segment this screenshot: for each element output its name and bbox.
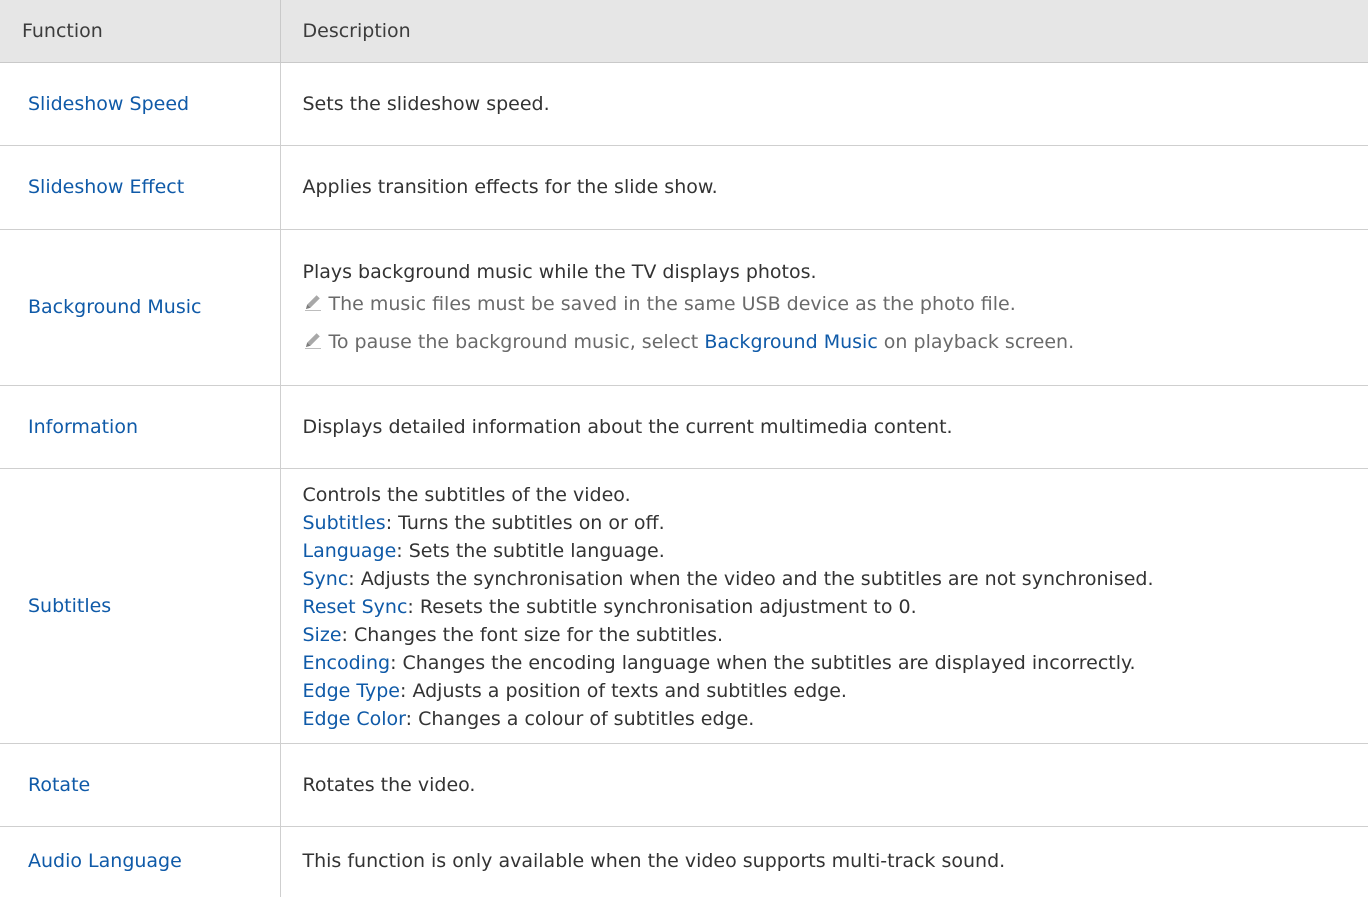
- sub-item-text: : Changes a colour of subtitles edge.: [405, 707, 755, 730]
- page: Function Description Slideshow Speed Set…: [0, 0, 1368, 917]
- table-row: Audio Language This function is only ava…: [0, 826, 1368, 897]
- sub-item-text: : Adjusts a position of texts and subtit…: [400, 679, 847, 702]
- sub-item: Size: Changes the font size for the subt…: [303, 621, 1361, 649]
- sub-item-term[interactable]: Encoding: [303, 652, 391, 674]
- function-name[interactable]: Slideshow Speed: [0, 62, 280, 146]
- function-name[interactable]: Information: [0, 385, 280, 469]
- function-name[interactable]: Audio Language: [0, 826, 280, 897]
- note: To pause the background music, select Ba…: [303, 328, 1361, 356]
- sub-item-term[interactable]: Reset Sync: [303, 596, 408, 618]
- sub-item: Language: Sets the subtitle language.: [303, 537, 1361, 565]
- sub-item-text: : Turns the subtitles on or off.: [385, 511, 665, 534]
- function-description: Displays detailed information about the …: [279, 385, 1368, 469]
- function-name[interactable]: Rotate: [0, 743, 280, 827]
- header-function: Function: [0, 0, 280, 63]
- function-table: Function Description Slideshow Speed Set…: [0, 0, 1368, 897]
- pencil-icon: [304, 295, 321, 311]
- sub-item-text: : Changes the encoding language when the…: [390, 651, 1136, 674]
- pencil-icon: [304, 333, 321, 349]
- function-description: Applies transition effects for the slide…: [279, 145, 1368, 230]
- sub-item: Encoding: Changes the encoding language …: [303, 649, 1361, 677]
- sub-item: Edge Color: Changes a colour of subtitle…: [303, 705, 1361, 733]
- table-row: Rotate Rotates the video.: [0, 743, 1368, 827]
- function-name[interactable]: Background Music: [0, 229, 280, 386]
- table-row: Subtitles Controls the subtitles of the …: [0, 468, 1368, 744]
- sub-item: Sync: Adjusts the synchronisation when t…: [303, 565, 1361, 593]
- table-row: Information Displays detailed informatio…: [0, 385, 1368, 469]
- note: The music files must be saved in the sam…: [303, 290, 1361, 318]
- sub-item-text: : Adjusts the synchronisation when the v…: [348, 567, 1154, 590]
- function-description: This function is only available when the…: [279, 826, 1368, 897]
- sub-item-term[interactable]: Language: [303, 540, 397, 562]
- sub-item-term[interactable]: Edge Type: [303, 680, 401, 702]
- note-text-suffix: on playback screen.: [877, 331, 1075, 353]
- sub-item-text: : Sets the subtitle language.: [396, 539, 665, 562]
- function-description: Controls the subtitles of the video.: [302, 483, 631, 506]
- function-name[interactable]: Slideshow Effect: [0, 145, 280, 230]
- note-keyword[interactable]: Background Music: [704, 331, 877, 353]
- sub-item-term[interactable]: Sync: [303, 568, 349, 590]
- sub-item-term[interactable]: Edge Color: [303, 708, 406, 730]
- sub-item-text: : Resets the subtitle synchronisation ad…: [407, 595, 917, 618]
- sub-item-term[interactable]: Subtitles: [303, 512, 386, 534]
- header-description: Description: [279, 0, 1368, 63]
- table-row: Background Music Plays background music …: [0, 229, 1368, 386]
- function-description: Plays background music while the TV disp…: [302, 261, 817, 283]
- sub-item: Subtitles: Turns the subtitles on or off…: [303, 509, 1361, 537]
- function-description-cell: Plays background music while the TV disp…: [279, 229, 1368, 386]
- function-description: Rotates the video.: [279, 743, 1368, 827]
- note-text: The music files must be saved in the sam…: [328, 293, 1016, 315]
- sub-item-term[interactable]: Size: [303, 624, 342, 646]
- sub-item: Edge Type: Adjusts a position of texts a…: [303, 677, 1361, 705]
- sub-item-text: : Changes the font size for the subtitle…: [341, 623, 724, 646]
- note-text-prefix: To pause the background music, select: [328, 331, 705, 353]
- table-header-row: Function Description: [0, 0, 1368, 63]
- function-description: Sets the slideshow speed.: [279, 62, 1368, 146]
- function-description-cell: Controls the subtitles of the video. Sub…: [279, 468, 1368, 744]
- table-row: Slideshow Effect Applies transition effe…: [0, 145, 1368, 230]
- table-row: Slideshow Speed Sets the slideshow speed…: [0, 62, 1368, 146]
- function-name[interactable]: Subtitles: [0, 468, 280, 744]
- sub-item: Reset Sync: Resets the subtitle synchron…: [303, 593, 1361, 621]
